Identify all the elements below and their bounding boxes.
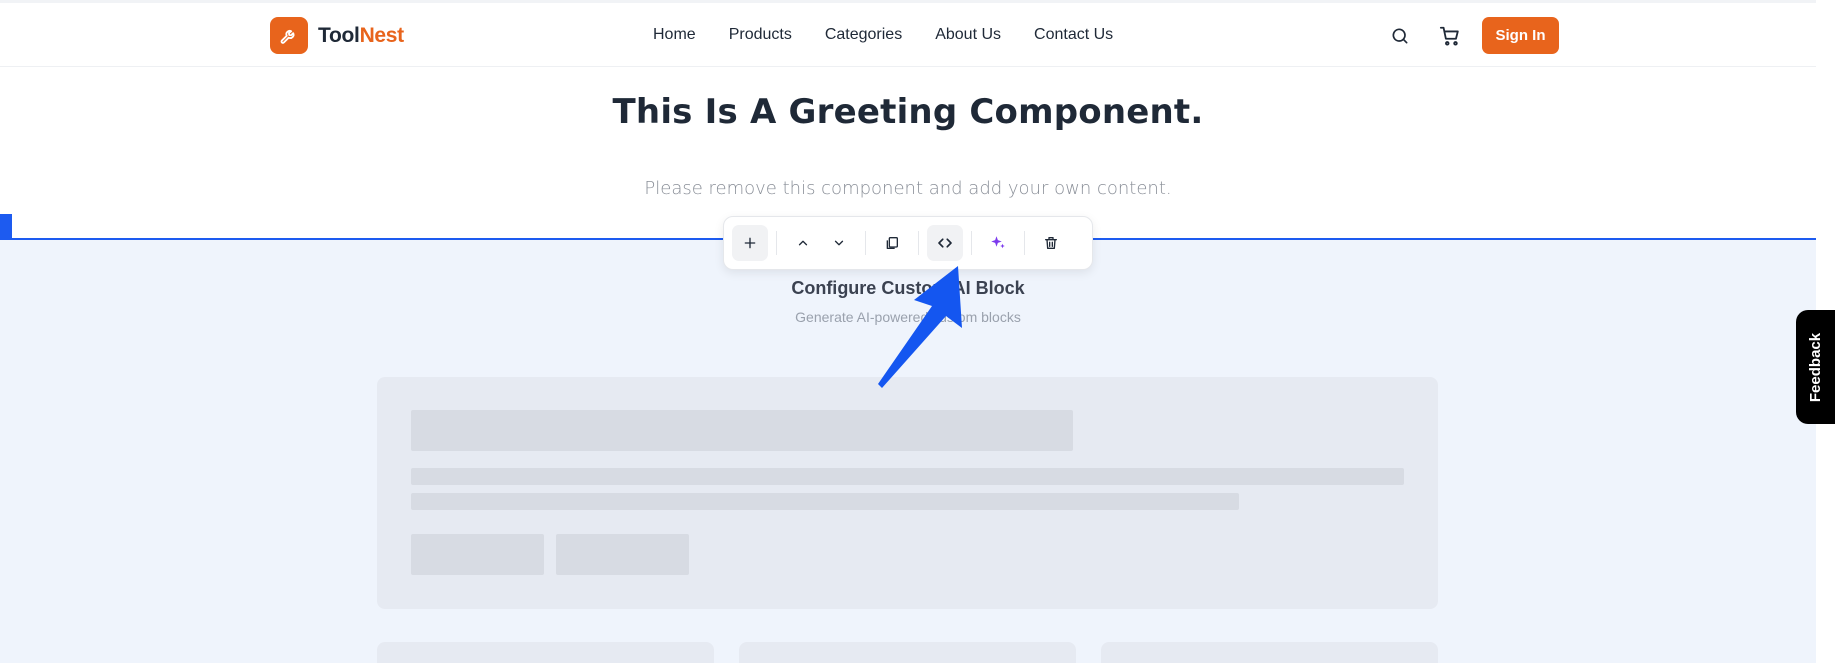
navbar-inner: ToolNest Home Products Categories About …: [245, 3, 1570, 67]
ai-block-subtitle: Generate AI-powered custom blocks: [795, 309, 1021, 325]
greeting-title: This Is A Greeting Component.: [612, 92, 1204, 132]
sparkles-icon[interactable]: [980, 225, 1016, 261]
feedback-tab[interactable]: Feedback: [1796, 310, 1835, 424]
selection-marker: [0, 214, 12, 240]
nav-link-about-us[interactable]: About Us: [935, 26, 1001, 44]
nav-link-products[interactable]: Products: [729, 26, 792, 44]
logo-text-part2: Nest: [359, 23, 405, 47]
skeleton-card: [377, 642, 714, 663]
toolbar-divider: [1024, 231, 1025, 255]
skeleton-card: [377, 377, 1438, 609]
greeting-subtitle: Please remove this component and add you…: [644, 178, 1172, 199]
navbar: ToolNest Home Products Categories About …: [0, 3, 1816, 67]
wrench-icon: [270, 17, 308, 54]
skeleton-heading: [411, 410, 1073, 451]
toolbar-divider: [865, 231, 866, 255]
chevron-down-icon[interactable]: [821, 225, 857, 261]
skeleton-button: [411, 534, 544, 575]
chevron-up-icon[interactable]: [785, 225, 821, 261]
nav-actions: Sign In: [1382, 17, 1559, 54]
search-icon[interactable]: [1382, 18, 1418, 54]
code-icon[interactable]: [927, 225, 963, 261]
toolbar-divider: [776, 231, 777, 255]
trash-icon[interactable]: [1033, 225, 1069, 261]
skeleton-card: [739, 642, 1076, 663]
nav-link-categories[interactable]: Categories: [825, 26, 902, 44]
skeleton-card: [1101, 642, 1438, 663]
nav-link-contact-us[interactable]: Contact Us: [1034, 26, 1113, 44]
block-toolbar: [723, 216, 1093, 270]
cart-icon[interactable]: [1432, 18, 1468, 54]
skeleton-line: [411, 468, 1404, 485]
ai-block-title: Configure Custom AI Block: [791, 278, 1025, 298]
nav-link-home[interactable]: Home: [653, 26, 696, 44]
toolbar-divider: [918, 231, 919, 255]
skeleton-button: [556, 534, 689, 575]
copy-icon[interactable]: [874, 225, 910, 261]
logo[interactable]: ToolNest: [270, 17, 404, 54]
sign-in-button[interactable]: Sign In: [1482, 17, 1559, 54]
logo-text-part1: Tool: [318, 23, 360, 47]
feedback-label: Feedback: [1807, 332, 1825, 402]
main-nav: Home Products Categories About Us Contac…: [653, 3, 1146, 67]
skeleton-line: [411, 493, 1239, 510]
logo-text: ToolNest: [318, 24, 404, 48]
ai-block-section[interactable]: [0, 238, 1816, 663]
plus-icon[interactable]: [732, 225, 768, 261]
toolbar-divider: [971, 231, 972, 255]
